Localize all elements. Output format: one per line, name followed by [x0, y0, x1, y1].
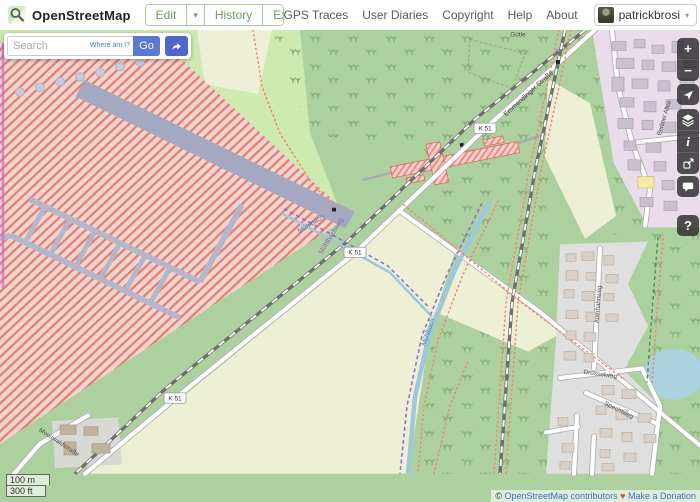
note-control-group — [677, 176, 699, 197]
show-my-location-button[interactable] — [677, 84, 699, 105]
map[interactable]: K 51 K 51 K 51 Emmendinger Straße Mühlba… — [0, 30, 700, 502]
scale-metric: 100 m — [6, 474, 50, 485]
layers-control-group: i — [677, 109, 699, 174]
nav-user-diaries[interactable]: User Diaries — [362, 8, 428, 22]
road-ref: K 51 — [348, 250, 362, 257]
zoom-control-group: + − — [677, 38, 699, 81]
locate-control-group — [677, 84, 699, 105]
road-ref: K 51 — [478, 126, 492, 133]
yellow-building — [638, 177, 654, 188]
osm-contributors-link[interactable]: OpenStreetMap contributors — [505, 491, 618, 501]
query-control-group: ? — [677, 215, 699, 236]
export-button[interactable]: Export — [262, 5, 283, 25]
add-note-button[interactable] — [677, 176, 699, 197]
nav-about[interactable]: About — [546, 8, 577, 22]
user-menu-caret: ▾ — [685, 11, 689, 20]
donate-link[interactable]: Make a Donation — [628, 491, 696, 501]
directions-button[interactable] — [165, 36, 188, 56]
nav-copyright[interactable]: Copyright — [442, 8, 493, 22]
username: patrickbrosi — [619, 8, 680, 22]
user-avatar — [598, 7, 614, 23]
nav-help[interactable]: Help — [508, 8, 533, 22]
share-icon — [682, 157, 695, 170]
poi-label: Gütle — [510, 32, 526, 39]
zoom-out-button[interactable]: − — [677, 59, 699, 81]
scale-control: 100 m 300 ft — [6, 474, 50, 497]
query-features-button[interactable]: ? — [677, 215, 699, 236]
user-menu[interactable]: patrickbrosi ▾ — [594, 4, 697, 26]
note-bubble-icon — [681, 180, 695, 193]
go-button[interactable]: Go — [133, 36, 160, 56]
scale-imperial: 300 ft — [6, 485, 46, 497]
zoom-in-button[interactable]: + — [677, 38, 699, 59]
header: OpenStreetMap Edit ▾ History Export GPS … — [0, 0, 700, 30]
share-button[interactable] — [677, 152, 699, 174]
header-nav: GPS Traces User Diaries Copyright Help A… — [284, 4, 700, 26]
map-canvas[interactable]: K 51 K 51 K 51 Emmendinger Straße Mühlba… — [0, 30, 700, 502]
where-am-i-link[interactable]: Where am I? — [88, 42, 130, 49]
nav-gps-traces[interactable]: GPS Traces — [284, 8, 349, 22]
edit-button-group: Edit ▾ History Export — [145, 4, 284, 26]
edit-dropdown-caret[interactable]: ▾ — [186, 5, 204, 25]
attribution: © OpenStreetMap contributors ♥ Make a Do… — [491, 490, 700, 502]
copyright-symbol: © — [495, 491, 502, 501]
road-ref: K 51 — [168, 396, 182, 403]
map-key-button[interactable]: i — [677, 130, 699, 152]
locate-arrow-icon — [682, 88, 695, 101]
osm-logo-icon[interactable] — [8, 6, 26, 24]
layers-icon — [681, 113, 695, 127]
directions-arrow-icon — [171, 39, 182, 53]
history-button[interactable]: History — [204, 5, 262, 25]
heart-icon: ♥ — [620, 491, 625, 501]
brand-title: OpenStreetMap — [32, 8, 131, 23]
search-panel: Where am I? Go — [4, 33, 191, 59]
edit-button[interactable]: Edit — [146, 5, 187, 25]
layers-button[interactable] — [677, 109, 699, 130]
openstreetmap-page: K 51 K 51 K 51 Emmendinger Straße Mühlba… — [0, 0, 700, 502]
